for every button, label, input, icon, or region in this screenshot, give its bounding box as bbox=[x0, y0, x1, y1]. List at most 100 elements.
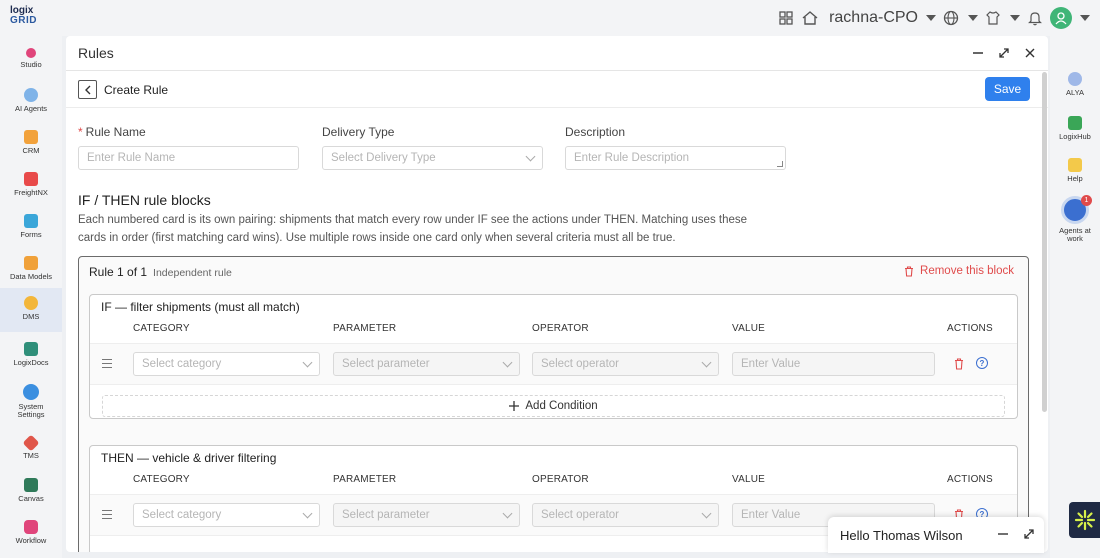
logixhub-icon bbox=[1068, 116, 1082, 130]
parameter-select[interactable]: Select parameter bbox=[333, 503, 520, 527]
sidebar-item-studio[interactable]: Studio bbox=[0, 40, 62, 80]
chat-widget[interactable]: Hello Thomas Wilson bbox=[828, 517, 1044, 553]
apps-grid-icon[interactable] bbox=[777, 9, 795, 27]
ai-agents-icon bbox=[24, 88, 38, 102]
chat-minimize-icon[interactable] bbox=[998, 528, 1008, 542]
logixdocs-icon bbox=[24, 342, 38, 356]
operator-select[interactable]: Select operator bbox=[532, 352, 719, 376]
chevron-down-icon bbox=[302, 508, 313, 519]
rightbar-item-alya[interactable]: ALYA bbox=[1050, 72, 1100, 97]
bell-icon[interactable] bbox=[1026, 9, 1044, 27]
alya-assistant-button[interactable] bbox=[1069, 502, 1100, 538]
column-header-actions: ACTIONS bbox=[947, 323, 993, 334]
chat-greeting: Hello Thomas Wilson bbox=[840, 528, 963, 543]
sidebar-item-ai-agents[interactable]: AI Agents bbox=[0, 82, 62, 122]
chevron-down-icon bbox=[701, 357, 712, 368]
drag-handle-icon[interactable] bbox=[102, 359, 112, 368]
column-header-category: CATEGORY bbox=[133, 323, 190, 334]
category-select[interactable]: Select category bbox=[133, 503, 320, 527]
if-card-title: IF — filter shipments (must all match) bbox=[101, 300, 300, 314]
sidebar-item-dms[interactable]: DMS bbox=[0, 288, 62, 332]
top-bar: logix GRID rachna-CPO bbox=[0, 0, 1100, 36]
chat-expand-icon[interactable] bbox=[1024, 528, 1034, 542]
add-condition-button[interactable]: Add Condition bbox=[102, 395, 1005, 417]
home-icon[interactable] bbox=[801, 9, 819, 27]
column-header-parameter: PARAMETER bbox=[333, 474, 397, 485]
alya-icon bbox=[1068, 72, 1082, 86]
sidebar-item-data-models[interactable]: Data Models bbox=[0, 250, 62, 290]
category-select[interactable]: Select category bbox=[133, 352, 320, 376]
panel-title: Rules bbox=[78, 45, 114, 61]
column-header-value: VALUE bbox=[732, 323, 766, 334]
drag-handle-icon[interactable] bbox=[102, 510, 112, 519]
logixgrid-logo[interactable]: logix GRID bbox=[10, 6, 38, 26]
create-rule-header: Create Rule Save bbox=[66, 72, 1048, 108]
rightbar-item-logixhub[interactable]: LogixHub bbox=[1050, 116, 1100, 141]
data-models-icon bbox=[24, 256, 38, 270]
globe-icon[interactable] bbox=[942, 9, 960, 27]
crm-icon bbox=[24, 130, 38, 144]
parameter-select[interactable]: Select parameter bbox=[333, 352, 520, 376]
sidebar-item-forms[interactable]: Forms bbox=[0, 208, 62, 248]
studio-icon bbox=[26, 48, 36, 58]
column-header-actions: ACTIONS bbox=[947, 474, 993, 485]
minimize-icon[interactable] bbox=[972, 46, 984, 60]
rule-block: Rule 1 of 1 Independent rule Remove this … bbox=[78, 256, 1029, 552]
column-header-parameter: PARAMETER bbox=[333, 323, 397, 334]
user-avatar[interactable] bbox=[1050, 7, 1072, 29]
column-header-value: VALUE bbox=[732, 474, 766, 485]
column-header-operator: OPERATOR bbox=[532, 474, 589, 485]
operator-select[interactable]: Select operator bbox=[532, 503, 719, 527]
sparkle-icon bbox=[1074, 509, 1095, 531]
rule-blocks-description: Each numbered card is its own pairing: s… bbox=[78, 214, 748, 244]
delivery-type-select[interactable]: Select Delivery Type bbox=[322, 146, 543, 170]
chat-controls bbox=[998, 528, 1034, 542]
left-sidebar: Studio AI Agents CRM FreightNX Forms Dat… bbox=[0, 36, 62, 558]
user-dropdown-caret-icon[interactable] bbox=[926, 15, 936, 21]
language-dropdown-caret-icon[interactable] bbox=[968, 15, 978, 21]
rightbar-item-help[interactable]: Help bbox=[1050, 158, 1100, 183]
forms-icon bbox=[24, 214, 38, 228]
delivery-type-label: Delivery Type bbox=[322, 125, 395, 139]
sidebar-item-workflow[interactable]: Workflow bbox=[0, 514, 62, 554]
chevron-down-icon bbox=[701, 508, 712, 519]
column-header-operator: OPERATOR bbox=[532, 323, 589, 334]
chevron-down-icon bbox=[302, 357, 313, 368]
description-textarea[interactable]: Enter Rule Description bbox=[565, 146, 786, 170]
sidebar-item-crm[interactable]: CRM bbox=[0, 124, 62, 164]
page-title: Create Rule bbox=[104, 83, 169, 97]
plus-icon bbox=[509, 401, 520, 411]
expand-icon[interactable] bbox=[998, 46, 1010, 60]
sidebar-item-canvas[interactable]: Canvas bbox=[0, 472, 62, 512]
rule-name-input[interactable]: Enter Rule Name bbox=[78, 146, 299, 170]
rightbar-item-agents-at-work[interactable]: 1 Agents at work bbox=[1050, 195, 1100, 243]
back-button[interactable] bbox=[78, 80, 97, 99]
rules-panel: Rules Create Rule Save * Rule Name Enter … bbox=[66, 36, 1048, 552]
theme-dropdown-caret-icon[interactable] bbox=[1010, 15, 1020, 21]
value-input[interactable]: Enter Value bbox=[732, 352, 935, 376]
save-button[interactable]: Save bbox=[985, 77, 1030, 101]
sidebar-item-logixdocs[interactable]: LogixDocs bbox=[0, 336, 62, 376]
panel-header: Rules bbox=[66, 36, 1048, 71]
sidebar-item-tms[interactable]: TMS bbox=[0, 430, 62, 470]
help-circle-icon[interactable]: ? bbox=[976, 357, 988, 369]
remove-block-button[interactable]: Remove this block bbox=[904, 265, 1014, 277]
sidebar-item-system-settings[interactable]: System Settings bbox=[0, 378, 62, 424]
agents-count-badge: 1 bbox=[1081, 195, 1092, 206]
close-icon[interactable] bbox=[1024, 46, 1036, 60]
sidebar-item-freightnx[interactable]: FreightNX bbox=[0, 166, 62, 206]
avatar-dropdown-caret-icon[interactable] bbox=[1080, 15, 1090, 21]
panel-scrollbar[interactable] bbox=[1042, 72, 1047, 412]
condition-row: Select category Select parameter Select … bbox=[90, 343, 1017, 385]
delete-row-trash-icon[interactable] bbox=[954, 358, 964, 370]
resize-handle-icon[interactable] bbox=[777, 161, 783, 167]
rule-blocks-title: IF / THEN rule blocks bbox=[78, 192, 211, 208]
canvas-icon bbox=[24, 478, 38, 492]
user-name[interactable]: rachna-CPO bbox=[829, 9, 918, 27]
chevron-left-icon bbox=[84, 85, 90, 94]
rule-block-heading: Rule 1 of 1 Independent rule bbox=[89, 265, 232, 279]
freightnx-icon bbox=[24, 172, 38, 186]
shirt-icon[interactable] bbox=[984, 9, 1002, 27]
chevron-down-icon bbox=[502, 357, 513, 368]
top-bar-actions: rachna-CPO bbox=[777, 6, 1090, 30]
